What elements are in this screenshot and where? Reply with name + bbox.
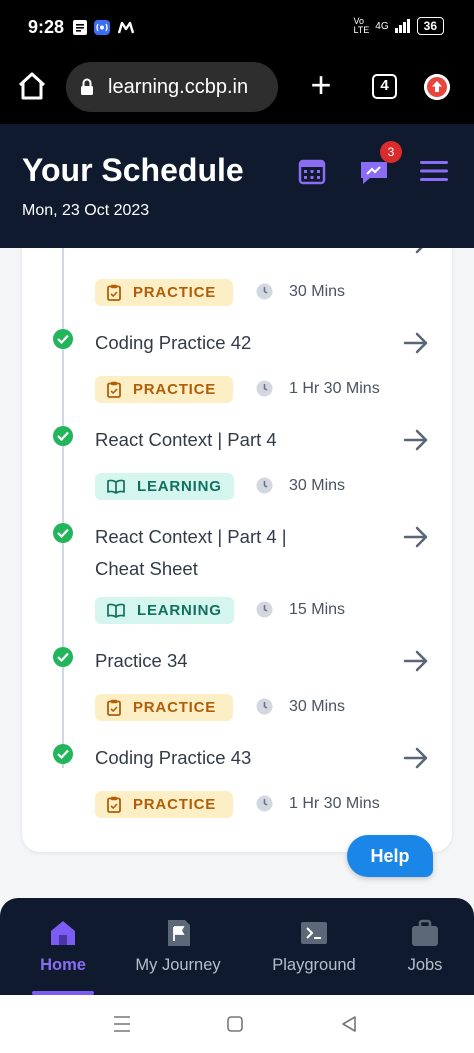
- browser-toolbar: learning.ccbp.in + 4: [0, 54, 474, 124]
- nav-label: Jobs: [407, 956, 443, 974]
- clock-icon: [256, 601, 273, 618]
- schedule-date: Mon, 23 Oct 2023: [22, 202, 150, 219]
- nav-item-home[interactable]: Home: [30, 918, 96, 975]
- schedule-header: Your Schedule Mon, 23 Oct 2023: [0, 124, 474, 248]
- practice-tag: PRACTICE: [95, 694, 233, 721]
- duration-text: 15 Mins: [289, 601, 346, 618]
- practice-tag: PRACTICE: [95, 376, 233, 403]
- duration-text: 1 Hr 30 Mins: [289, 380, 380, 397]
- tab-switcher-button[interactable]: 4: [372, 74, 397, 99]
- tag-label: LEARNING: [137, 478, 222, 495]
- status-indicators: Vo LTE 4G 36: [353, 17, 444, 35]
- tag-label: LEARNING: [137, 602, 222, 619]
- clipboard-icon: [107, 699, 121, 716]
- clipboard-icon: [107, 284, 121, 301]
- schedule-item-title: React Context | Part 4 | Cheat Sheet: [95, 526, 287, 579]
- schedule-item-title: Practice 33: [95, 248, 325, 258]
- system-navigation-bar: [0, 995, 474, 1053]
- clipboard-icon: [107, 381, 121, 398]
- completed-check-icon: [53, 647, 73, 667]
- arrow-right-icon[interactable]: [403, 248, 429, 254]
- notification-badge: 3: [380, 141, 402, 163]
- completed-check-icon: [53, 426, 73, 446]
- duration-text: 30 Mins: [289, 283, 346, 300]
- completed-check-icon: [53, 329, 73, 349]
- schedule-item-title: Coding Practice 42: [95, 332, 252, 353]
- volte-icon: Vo LTE: [353, 16, 370, 35]
- arrow-right-icon[interactable]: [403, 332, 429, 354]
- browser-home-icon[interactable]: [14, 68, 50, 104]
- status-bar: 9:28 Vo LTE 4G 36: [0, 0, 474, 54]
- hamburger-menu-icon[interactable]: [420, 160, 448, 182]
- practice-tag: PRACTICE: [95, 791, 233, 818]
- url-text: learning.ccbp.in: [108, 75, 249, 98]
- tag-label: PRACTICE: [133, 796, 217, 813]
- status-time: 9:28: [28, 17, 65, 37]
- update-icon[interactable]: [424, 74, 450, 100]
- schedule-item-title: Coding Practice 43: [95, 747, 252, 768]
- duration-text: 1 Hr 30 Mins: [289, 795, 380, 812]
- flag-icon: [168, 920, 190, 946]
- briefcase-icon: [412, 919, 438, 946]
- calendar-icon[interactable]: [298, 157, 326, 185]
- tag-label: PRACTICE: [133, 699, 217, 716]
- learning-tag: LEARNING: [95, 597, 234, 624]
- nav-item-my-journey[interactable]: My Journey: [128, 918, 228, 975]
- clipboard-icon: [107, 796, 121, 813]
- clock-icon: [256, 380, 273, 397]
- arrow-right-icon[interactable]: [403, 747, 429, 769]
- nav-item-jobs[interactable]: Jobs: [398, 918, 452, 975]
- nav-label: Home: [40, 956, 86, 974]
- bottom-navigation: Home My Journey Playground Jobs: [0, 898, 474, 995]
- arrow-right-icon[interactable]: [403, 650, 429, 672]
- duration-text: 30 Mins: [289, 698, 346, 715]
- completed-check-icon: [53, 744, 73, 764]
- back-icon[interactable]: [340, 1015, 358, 1033]
- m-app-notification-icon: [117, 21, 135, 34]
- document-notification-icon: [73, 20, 87, 35]
- tag-label: PRACTICE: [133, 381, 217, 398]
- page-title: Your Schedule: [22, 152, 244, 188]
- arrow-right-icon[interactable]: [403, 526, 429, 548]
- clock-icon: [256, 698, 273, 715]
- schedule-item-title: Practice 34: [95, 650, 188, 671]
- schedule-item-title: React Context | Part 4: [95, 429, 277, 450]
- help-button[interactable]: Help: [347, 835, 433, 877]
- timeline-line: [62, 248, 64, 768]
- address-bar[interactable]: learning.ccbp.in: [66, 62, 278, 112]
- home-icon: [51, 921, 75, 945]
- terminal-icon: [301, 922, 327, 944]
- clock-icon: [256, 477, 273, 494]
- tag-label: PRACTICE: [133, 284, 217, 301]
- signal-icon: [394, 19, 410, 33]
- broadcast-notification-icon: [94, 20, 110, 35]
- new-tab-button[interactable]: +: [306, 67, 336, 104]
- clock-icon: [256, 283, 273, 300]
- duration-text: 30 Mins: [289, 477, 346, 494]
- nav-item-playground[interactable]: Playground: [266, 918, 362, 975]
- nav-label: My Journey: [135, 956, 221, 974]
- clock-icon: [256, 795, 273, 812]
- completed-check-icon: [53, 523, 73, 543]
- book-open-icon: [107, 479, 125, 494]
- book-open-icon: [107, 603, 125, 618]
- schedule-content: Practice 33 PRACTICE 30 Mins Coding Prac…: [0, 248, 474, 898]
- system-home-icon[interactable]: [226, 1015, 244, 1033]
- practice-tag: PRACTICE: [95, 279, 233, 306]
- network-label: 4G: [375, 20, 389, 32]
- lock-icon: [81, 78, 93, 95]
- recent-apps-icon[interactable]: [112, 1015, 132, 1033]
- battery-indicator: 36: [416, 17, 444, 35]
- learning-tag: LEARNING: [95, 473, 234, 500]
- arrow-right-icon[interactable]: [403, 429, 429, 451]
- nav-label: Playground: [272, 956, 356, 974]
